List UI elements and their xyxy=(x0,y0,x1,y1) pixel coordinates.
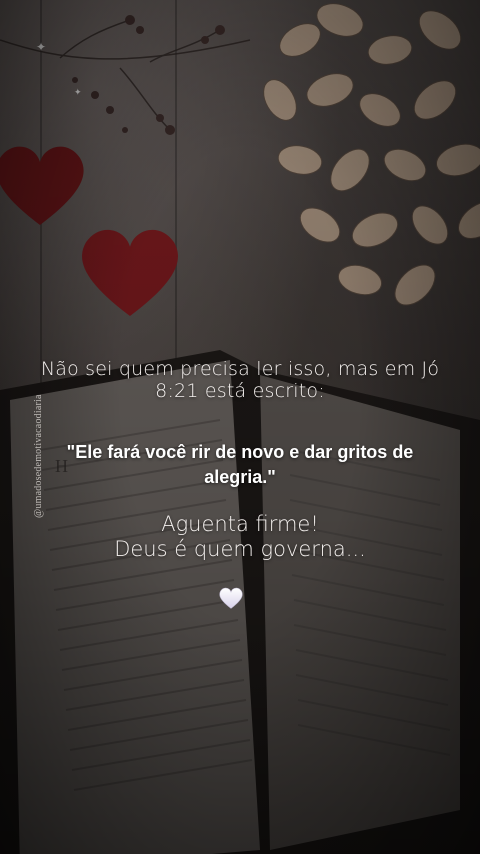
intro-text: Não sei quem precisa ler isso, mas em Jó… xyxy=(40,358,440,402)
account-watermark: @umadosedemotivacaodiaria xyxy=(33,394,44,518)
closing-line-2: Deus é quem governa... xyxy=(114,537,366,561)
bible-quote: "Ele fará você rir de novo e dar gritos … xyxy=(66,442,414,487)
white-heart-icon xyxy=(219,587,243,609)
closing-line-1: Aguenta firme! xyxy=(161,512,319,536)
background-photo: H ✦ ✦ Não sei quem precisa ler isso, mas… xyxy=(0,0,480,854)
message-overlay: Não sei quem precisa ler isso, mas em Jó… xyxy=(0,0,480,854)
closing-text: Aguenta firme! Deus é quem governa... xyxy=(40,512,440,562)
